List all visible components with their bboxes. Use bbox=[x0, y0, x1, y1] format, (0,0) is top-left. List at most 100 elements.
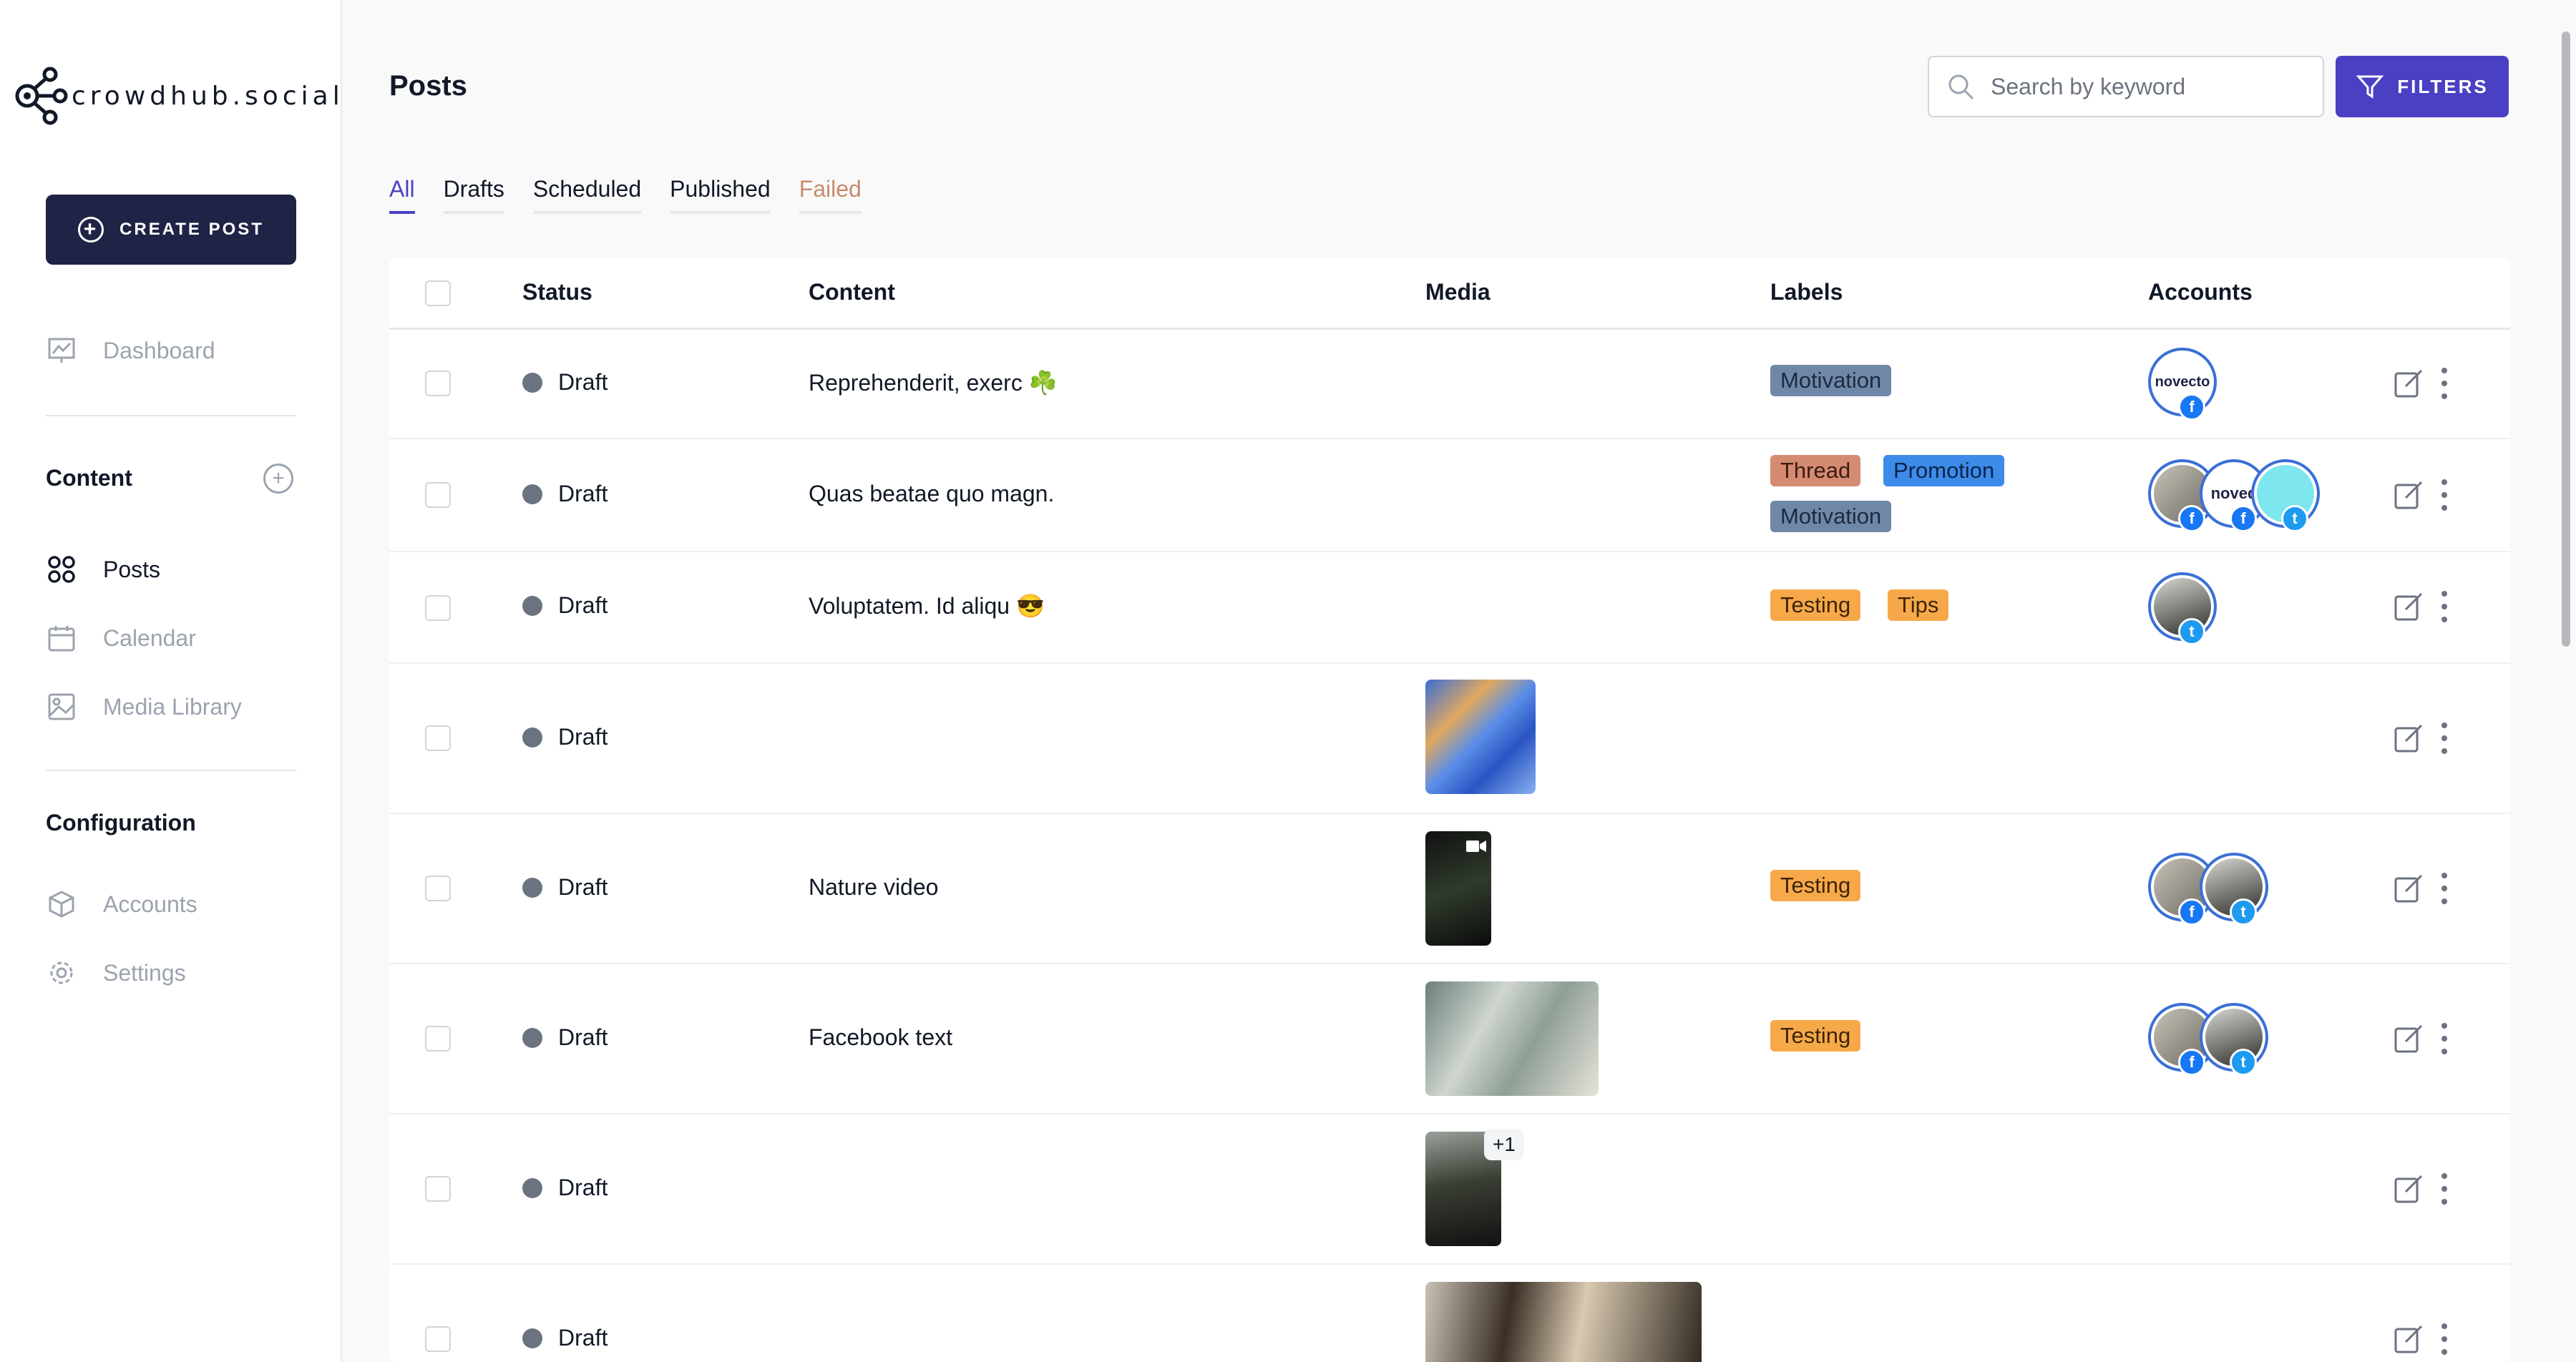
post-content[interactable]: Quas beatae quo magn. bbox=[809, 481, 1054, 507]
table-row[interactable]: Draft Voluptatem. Id aliqu 😎 Testing Tip… bbox=[389, 551, 2510, 664]
row-checkbox[interactable] bbox=[425, 482, 451, 508]
row-checkbox[interactable] bbox=[425, 595, 451, 621]
edit-icon[interactable] bbox=[2393, 591, 2424, 622]
account-avatar[interactable]: t bbox=[2200, 853, 2268, 926]
video-camera-icon bbox=[1466, 841, 1486, 852]
extra-media-count[interactable]: +1 bbox=[1484, 1129, 1524, 1160]
table-row[interactable]: Draft Facebook text Testing f t bbox=[389, 963, 2510, 1114]
edit-icon[interactable] bbox=[2393, 479, 2424, 511]
search-box[interactable] bbox=[1928, 56, 2324, 117]
sidebar-label-media-library: Media Library bbox=[103, 693, 242, 720]
people-table-image[interactable] bbox=[1425, 981, 1599, 1096]
status-text: Draft bbox=[558, 592, 608, 618]
row-checkbox[interactable] bbox=[425, 371, 451, 396]
twitter-icon: t bbox=[2230, 898, 2257, 926]
status-dot bbox=[522, 484, 542, 504]
twitter-icon: t bbox=[2178, 618, 2205, 645]
tab-drafts[interactable]: Drafts bbox=[443, 176, 504, 214]
account-avatar[interactable]: novecto f bbox=[2148, 348, 2217, 421]
plant-video[interactable] bbox=[1425, 831, 1491, 946]
filter-icon bbox=[2356, 75, 2384, 99]
scrollbar[interactable] bbox=[2562, 31, 2570, 647]
status-dot bbox=[522, 1027, 542, 1048]
status-text: Draft bbox=[558, 369, 608, 395]
edit-icon[interactable] bbox=[2393, 1023, 2424, 1054]
more-options-icon[interactable] bbox=[2439, 591, 2450, 622]
status-badge: Draft bbox=[522, 1325, 608, 1351]
tab-scheduled[interactable]: Scheduled bbox=[532, 176, 642, 214]
sidebar: crowdhub.social + CREATE POST Dashboard … bbox=[0, 0, 342, 1362]
column-header-status[interactable]: Status bbox=[522, 279, 592, 305]
page-title: Posts bbox=[389, 70, 467, 102]
status-badge: Draft bbox=[522, 369, 608, 396]
create-post-button[interactable]: + CREATE POST bbox=[46, 195, 296, 265]
more-options-icon[interactable] bbox=[2439, 873, 2450, 904]
section-title-configuration: Configuration bbox=[46, 810, 196, 836]
row-checkbox[interactable] bbox=[425, 1176, 451, 1202]
row-checkbox[interactable] bbox=[425, 1026, 451, 1052]
more-options-icon[interactable] bbox=[2439, 1023, 2450, 1054]
column-header-labels[interactable]: Labels bbox=[1770, 279, 1843, 305]
table-row[interactable]: Draft Reprehenderit, exerc ☘️ Motivation… bbox=[389, 329, 2510, 439]
table-row[interactable]: Draft Quas beatae quo magn. Thread Promo… bbox=[389, 438, 2510, 552]
account-avatar[interactable]: t bbox=[2200, 1003, 2268, 1076]
sidebar-label-posts: Posts bbox=[103, 556, 161, 582]
edit-icon[interactable] bbox=[2393, 368, 2424, 399]
column-header-media[interactable]: Media bbox=[1425, 279, 1491, 305]
twitter-icon: t bbox=[2281, 505, 2308, 532]
tab-published[interactable]: Published bbox=[670, 176, 771, 214]
row-checkbox[interactable] bbox=[425, 725, 451, 751]
label-tag: Tips bbox=[1888, 589, 1949, 621]
account-avatar[interactable]: t bbox=[2251, 459, 2320, 532]
edit-icon[interactable] bbox=[2393, 873, 2424, 904]
post-content[interactable]: Reprehenderit, exerc ☘️ bbox=[809, 369, 1058, 396]
edit-icon[interactable] bbox=[2393, 1323, 2424, 1355]
brand-name: crowdhub.social bbox=[72, 81, 344, 111]
sidebar-item-dashboard[interactable]: Dashboard bbox=[46, 335, 215, 366]
sidebar-item-settings[interactable]: Settings bbox=[46, 957, 186, 989]
column-header-accounts[interactable]: Accounts bbox=[2148, 279, 2253, 305]
warrior-scene-image[interactable] bbox=[1425, 1282, 1702, 1362]
status-badge: Draft bbox=[522, 874, 608, 901]
sidebar-item-accounts[interactable]: Accounts bbox=[46, 888, 197, 920]
table-row[interactable]: Draft +1 bbox=[389, 1113, 2510, 1265]
status-dot bbox=[522, 727, 542, 748]
image-icon bbox=[46, 691, 77, 722]
sidebar-item-calendar[interactable]: Calendar bbox=[46, 622, 196, 654]
filters-button[interactable]: FILTERS bbox=[2336, 56, 2509, 117]
row-checkbox[interactable] bbox=[425, 876, 451, 901]
tab-all[interactable]: All bbox=[389, 176, 415, 214]
blue-marble-image[interactable] bbox=[1425, 680, 1536, 794]
post-content[interactable]: Facebook text bbox=[809, 1024, 952, 1051]
more-options-icon[interactable] bbox=[2439, 1173, 2450, 1205]
column-header-content[interactable]: Content bbox=[809, 279, 895, 305]
status-text: Draft bbox=[558, 724, 608, 750]
post-content[interactable]: Voluptatem. Id aliqu 😎 bbox=[809, 592, 1045, 619]
post-content[interactable]: Nature video bbox=[809, 874, 938, 901]
facebook-icon: f bbox=[2178, 898, 2205, 926]
sidebar-item-posts[interactable]: Posts bbox=[46, 554, 160, 585]
network-logo-icon bbox=[15, 67, 68, 125]
account-avatar[interactable]: t bbox=[2148, 572, 2217, 645]
add-content-icon[interactable]: + bbox=[263, 464, 293, 494]
search-input[interactable] bbox=[1989, 72, 2307, 101]
table-row[interactable]: Draft Nature video Testing f t bbox=[389, 813, 2510, 964]
brand-logo[interactable]: crowdhub.social bbox=[10, 63, 344, 129]
edit-icon[interactable] bbox=[2393, 1173, 2424, 1205]
more-options-icon[interactable] bbox=[2439, 1323, 2450, 1355]
more-options-icon[interactable] bbox=[2439, 479, 2450, 511]
select-all-checkbox[interactable] bbox=[425, 280, 451, 306]
more-options-icon[interactable] bbox=[2439, 722, 2450, 754]
table-row[interactable]: Draft bbox=[389, 662, 2510, 814]
facebook-icon: f bbox=[2178, 1049, 2205, 1076]
create-post-label: CREATE POST bbox=[119, 220, 264, 239]
grid-icon bbox=[46, 554, 77, 585]
sidebar-item-media-library[interactable]: Media Library bbox=[46, 691, 242, 722]
tab-failed[interactable]: Failed bbox=[799, 176, 862, 214]
more-options-icon[interactable] bbox=[2439, 368, 2450, 399]
label-tag: Motivation bbox=[1770, 365, 1892, 396]
edit-icon[interactable] bbox=[2393, 722, 2424, 754]
row-checkbox[interactable] bbox=[425, 1326, 451, 1352]
table-row[interactable]: Draft bbox=[389, 1263, 2510, 1362]
status-text: Draft bbox=[558, 1175, 608, 1200]
